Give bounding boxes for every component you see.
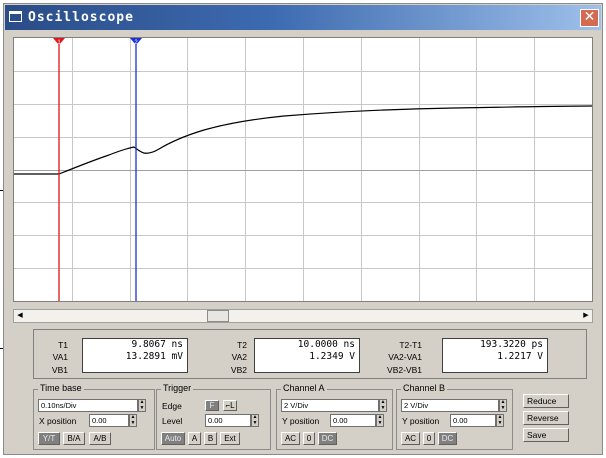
t2-value: 10.0000 ns (297, 339, 355, 350)
t1-label: T1 (58, 340, 68, 350)
reduce-button[interactable]: Reduce (523, 394, 569, 408)
mode-yt-button[interactable]: Y/T (38, 432, 60, 445)
channel-b-ac-button[interactable]: AC (401, 432, 420, 445)
va2-label: VA2 (231, 352, 247, 362)
edge-label: Edge (162, 401, 182, 411)
spin-arrows-icon[interactable]: ▲ ▼ (496, 414, 504, 427)
timebase-scale-field[interactable]: 0.10ns/Div (38, 399, 138, 412)
scope-display: 1 2 (14, 38, 592, 301)
channel-a-ac-button[interactable]: AC (281, 432, 300, 445)
channel-b-title: Channel B (401, 383, 448, 393)
vb2-label: VB2 (230, 365, 247, 375)
channel-a-zero-button[interactable]: 0 (303, 432, 315, 445)
spin-arrows-icon[interactable]: ▲ ▼ (138, 399, 146, 412)
level-label: Level (162, 416, 183, 426)
trigger-auto-button[interactable]: Auto (161, 432, 185, 445)
dvb-label: VB2-VB1 (387, 365, 422, 375)
t1-value: 9.8067 ns (131, 339, 183, 350)
channel-b-group: Channel B 2 V/Div ▲ ▼ Y position 0.00 ▲ ▼ … (396, 383, 513, 450)
va1-label: VA1 (52, 352, 68, 362)
t1-readout-box: 9.8067 ns 13.2891 mV (82, 338, 188, 373)
trigger-group: Trigger Edge F ⌐L Level 0.00 ▲ ▼ Auto A B… (156, 383, 271, 450)
channel-a-dc-button[interactable]: DC (318, 432, 337, 445)
channel-b-dc-button[interactable]: DC (438, 432, 457, 445)
spin-arrows-icon[interactable]: ▲ ▼ (379, 399, 387, 412)
channel-b-ypos-field[interactable]: 0.00 (450, 414, 496, 427)
window-icon (9, 11, 22, 22)
edge-falling-button[interactable]: ⌐L (223, 400, 237, 411)
dva-label: VA2-VA1 (388, 352, 422, 362)
channel-a-title: Channel A (281, 383, 327, 393)
channel-b-scale-field[interactable]: 2 V/Div (401, 399, 499, 412)
spin-arrows-icon[interactable]: ▲ ▼ (499, 399, 507, 412)
channel-b-zero-button[interactable]: 0 (423, 432, 435, 445)
save-button[interactable]: Save (523, 428, 569, 442)
scroll-left-icon[interactable]: ◀ (14, 310, 26, 322)
xpos-field[interactable]: 0.00 (89, 414, 129, 427)
t2-label: T2 (237, 340, 247, 350)
scroll-thumb[interactable] (207, 310, 229, 322)
scroll-right-icon[interactable]: ▶ (580, 310, 592, 322)
spin-arrows-icon[interactable]: ▲ ▼ (129, 414, 137, 427)
trigger-ext-button[interactable]: Ext (220, 432, 240, 445)
channel-a-scale-field[interactable]: 2 V/Div (281, 399, 379, 412)
mode-ba-button[interactable]: B/A (63, 432, 85, 445)
channel-a-ypos-field[interactable]: 0.00 (330, 414, 376, 427)
channel-a-ypos-label: Y position (282, 416, 320, 426)
close-icon[interactable]: ✕ (580, 9, 599, 27)
time-scrollbar[interactable]: ◀ ▶ (13, 309, 593, 323)
delta-readout-box: 193.3220 ps 1.2217 V (442, 338, 548, 373)
edge-rising-button[interactable]: F (205, 400, 219, 411)
title-bar[interactable]: Oscilloscope ✕ (5, 5, 601, 30)
timebase-title: Time base (38, 383, 84, 393)
window-title: Oscilloscope (28, 10, 134, 25)
channel-b-ypos-label: Y position (402, 416, 440, 426)
spin-arrows-icon[interactable]: ▲ ▼ (251, 414, 259, 427)
spin-arrows-icon[interactable]: ▲ ▼ (376, 414, 384, 427)
timebase-group: Time base 0.10ns/Div ▲ ▼ X position 0.00 … (33, 383, 155, 450)
vb1-label: VB1 (51, 365, 68, 375)
dva-value: 1.2217 V (497, 351, 543, 362)
va2-value: 1.2349 V (309, 351, 355, 362)
dt-label: T2-T1 (399, 340, 422, 350)
va1-value: 13.2891 mV (125, 351, 183, 362)
dt-value: 193.3220 ps (480, 339, 543, 350)
scope-screen[interactable]: 1 2 (13, 37, 593, 302)
trigger-a-button[interactable]: A (188, 432, 201, 445)
cursor-readout-panel: T1 VA1 VB1 9.8067 ns 13.2891 mV T2 VA2 V… (33, 329, 587, 379)
scope-grid (14, 38, 592, 301)
trigger-title: Trigger (161, 383, 194, 393)
xpos-label: X position (39, 416, 77, 426)
channel-a-group: Channel A 2 V/Div ▲ ▼ Y position 0.00 ▲ ▼ … (276, 383, 393, 450)
t2-readout-box: 10.0000 ns 1.2349 V (254, 338, 360, 373)
level-field[interactable]: 0.00 (205, 414, 251, 427)
oscilloscope-window: Oscilloscope ✕ 1 2 ◀ ▶ T1 VA1 VB1 9.8067… (3, 3, 603, 455)
mode-ab-button[interactable]: A/B (89, 432, 111, 445)
reverse-button[interactable]: Reverse (523, 411, 569, 425)
trigger-b-button[interactable]: B (204, 432, 217, 445)
